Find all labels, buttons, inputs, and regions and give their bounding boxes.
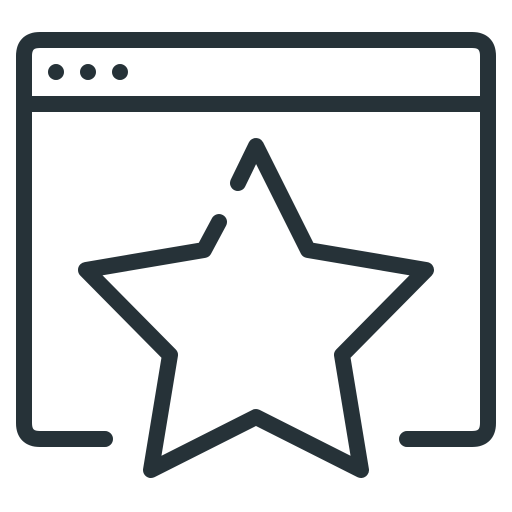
browser-window-star-svg (16, 32, 496, 478)
window-dot-2 (80, 64, 96, 80)
window-dot-3 (112, 64, 128, 80)
star-outline (78, 138, 434, 478)
window-dot-1 (48, 64, 64, 80)
browser-window-star-icon (0, 0, 512, 512)
window-controls (48, 64, 128, 80)
